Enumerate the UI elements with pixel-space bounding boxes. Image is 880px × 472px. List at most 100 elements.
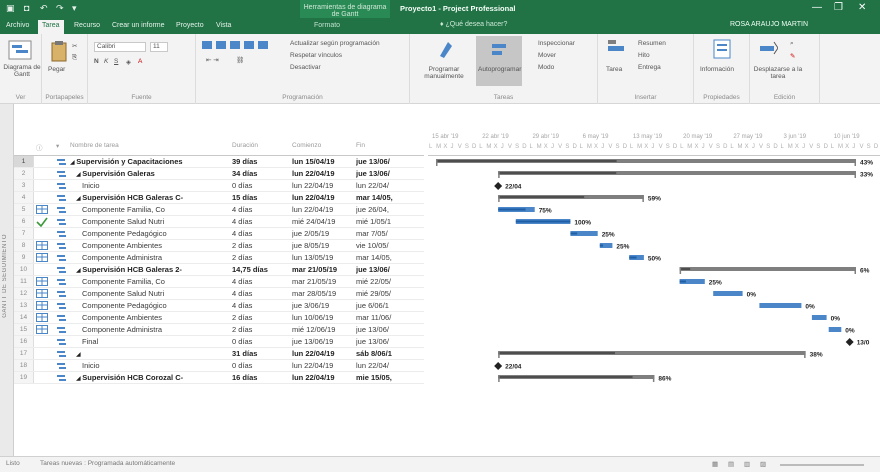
gantt-bar-group[interactable]: 43% <box>436 159 873 167</box>
view-report-icon[interactable]: ▨ <box>760 460 766 468</box>
view-team-icon[interactable]: ▥ <box>744 460 750 468</box>
task-start[interactable]: lun 22/04/19 <box>292 361 354 370</box>
task-bar[interactable] <box>713 291 743 296</box>
status-new-tasks[interactable]: Tareas nuevas : Programada automáticamen… <box>40 460 175 467</box>
row-number[interactable]: 15 <box>14 324 34 335</box>
task-start[interactable]: lun 22/04/19 <box>292 349 354 358</box>
insert-task-icon[interactable] <box>606 38 626 60</box>
clear-icon[interactable]: ✎ <box>790 52 795 60</box>
row-number[interactable]: 14 <box>14 312 34 323</box>
mode-column-icon[interactable]: ▾ <box>56 142 59 150</box>
font-name-select[interactable]: Calibri <box>94 42 146 52</box>
task-duration[interactable]: 39 días <box>232 157 290 166</box>
row-number[interactable]: 11 <box>14 276 34 287</box>
info-column-icon[interactable]: ⓘ <box>36 142 43 152</box>
gantt-bar-group[interactable]: 75% <box>498 207 552 215</box>
task-duration[interactable]: 16 días <box>232 373 290 382</box>
table-row[interactable]: 15 Componente Administra 2 días mié 12/06/1… <box>14 324 424 336</box>
maximize-icon[interactable]: ❐ <box>834 2 843 13</box>
task-start[interactable]: lun 15/04/19 <box>292 157 354 166</box>
task-duration[interactable]: 15 días <box>232 193 290 202</box>
column-header-name[interactable]: Nombre de tarea <box>70 142 119 149</box>
task-start[interactable]: jue 3/06/19 <box>292 301 354 310</box>
row-number[interactable]: 7 <box>14 228 34 239</box>
task-name[interactable]: Componente Administra <box>70 253 230 262</box>
scroll-to-task-button[interactable]: Desplazarse a la tarea <box>752 66 804 80</box>
task-name[interactable]: Componente Pedagógico <box>70 301 230 310</box>
inactivate-button[interactable]: Desactivar <box>290 64 321 71</box>
task-start[interactable]: jue 2/05/19 <box>292 229 354 238</box>
task-finish[interactable]: mié 1/05/1 <box>356 217 424 226</box>
paste-icon[interactable] <box>50 40 68 62</box>
column-header-start[interactable]: Comienzo <box>292 142 321 149</box>
task-duration[interactable]: 4 días <box>232 289 290 298</box>
task-name[interactable]: ◢ Supervisión Galeras <box>70 169 230 178</box>
task-duration[interactable]: 14,75 días <box>232 265 290 274</box>
paste-button[interactable]: Pegar <box>48 66 65 73</box>
tab-vista[interactable]: Vista <box>212 20 235 34</box>
tab-recurso[interactable]: Recurso <box>70 20 104 34</box>
close-icon[interactable]: ✕ <box>858 2 866 13</box>
zoom-slider[interactable] <box>780 464 864 466</box>
task-finish[interactable]: vie 10/05/ <box>356 241 424 250</box>
summary-bar[interactable] <box>679 267 856 271</box>
italic-icon[interactable]: K <box>104 58 108 65</box>
task-finish[interactable]: jue 13/06/ <box>356 265 424 274</box>
cut-icon[interactable]: ✂ <box>72 42 77 50</box>
gantt-bar-group[interactable]: 38% <box>498 351 823 359</box>
row-number[interactable]: 5 <box>14 204 34 215</box>
undo-icon[interactable]: ↶ <box>40 3 48 14</box>
task-bar[interactable] <box>828 327 842 332</box>
redo-icon[interactable]: ↷ <box>56 3 64 14</box>
gantt-bar-group[interactable]: 0% <box>759 303 815 311</box>
row-number[interactable]: 12 <box>14 288 34 299</box>
link-icon[interactable]: ⛓ <box>236 56 244 64</box>
task-name[interactable]: Componente Salud Nutri <box>70 217 230 226</box>
information-icon[interactable] <box>712 38 732 60</box>
deliverable-button[interactable]: Entrega <box>638 64 661 71</box>
minimize-icon[interactable]: — <box>812 2 822 13</box>
task-duration[interactable]: 0 días <box>232 361 290 370</box>
task-finish[interactable]: jue 13/06/ <box>356 169 424 178</box>
row-number[interactable]: 9 <box>14 252 34 263</box>
task-duration[interactable]: 2 días <box>232 241 290 250</box>
gantt-bar-group[interactable]: 33% <box>498 171 873 179</box>
table-row[interactable]: 6 Componente Salud Nutri 4 días mié 24/04/1… <box>14 216 424 228</box>
manual-schedule-button[interactable]: Programar manualmente <box>416 66 472 80</box>
task-finish[interactable]: lun 22/04/ <box>356 361 424 370</box>
task-duration[interactable]: 4 días <box>232 205 290 214</box>
task-start[interactable]: lun 22/04/19 <box>292 193 354 202</box>
task-duration[interactable]: 2 días <box>232 313 290 322</box>
table-row[interactable]: 17 ◢ 31 días lun 22/04/19 sáb 8/06/1 <box>14 348 424 360</box>
table-row[interactable]: 5 Componente Familia, Co 4 días lun 22/04/1… <box>14 204 424 216</box>
task-finish[interactable]: lun 22/04/ <box>356 181 424 190</box>
table-row[interactable]: 3 Inicio 0 días lun 22/04/19 lun 22/04/ <box>14 180 424 192</box>
task-start[interactable]: lun 10/06/19 <box>292 313 354 322</box>
task-start[interactable]: lun 22/04/19 <box>292 181 354 190</box>
font-size-select[interactable]: 11 <box>150 42 168 52</box>
table-row[interactable]: 4 ◢ Supervisión HCB Galeras C- 15 días lun … <box>14 192 424 204</box>
task-duration[interactable]: 4 días <box>232 277 290 286</box>
task-name[interactable]: Componente Ambientes <box>70 241 230 250</box>
milestone-button[interactable]: Hito <box>638 52 650 59</box>
task-finish[interactable]: jue 13/06/ <box>356 157 424 166</box>
task-finish[interactable]: sáb 8/06/1 <box>356 349 424 358</box>
gantt-bar-group[interactable]: 0% <box>811 315 840 323</box>
task-finish[interactable]: mar 14/05, <box>356 253 424 262</box>
task-name[interactable]: ◢ Supervisión HCB Galeras 2- <box>70 265 230 274</box>
task-bar[interactable] <box>811 315 827 320</box>
task-name[interactable]: ◢ Supervisión HCB Corozal C- <box>70 373 230 382</box>
auto-schedule-button[interactable]: Autoprogramar <box>476 36 522 86</box>
table-row[interactable]: 19 ◢ Supervisión HCB Corozal C- 16 días lun… <box>14 372 424 384</box>
view-usage-icon[interactable]: ▤ <box>728 460 734 468</box>
row-number[interactable]: 13 <box>14 300 34 311</box>
task-bar[interactable] <box>759 303 802 308</box>
task-duration[interactable]: 2 días <box>232 325 290 334</box>
row-number[interactable]: 10 <box>14 264 34 275</box>
gantt-view-button[interactable]: Diagrama de Gantt <box>2 64 42 78</box>
tab-crear-informe[interactable]: Crear un informe <box>108 20 169 34</box>
table-row[interactable]: 11 Componente Familia, Co 4 días mar 21/05/… <box>14 276 424 288</box>
task-finish[interactable]: mié 29/05/ <box>356 289 424 298</box>
insert-task-button[interactable]: Tarea <box>606 66 622 73</box>
task-name[interactable]: ◢ Supervisión y Capacitaciones <box>70 157 230 166</box>
